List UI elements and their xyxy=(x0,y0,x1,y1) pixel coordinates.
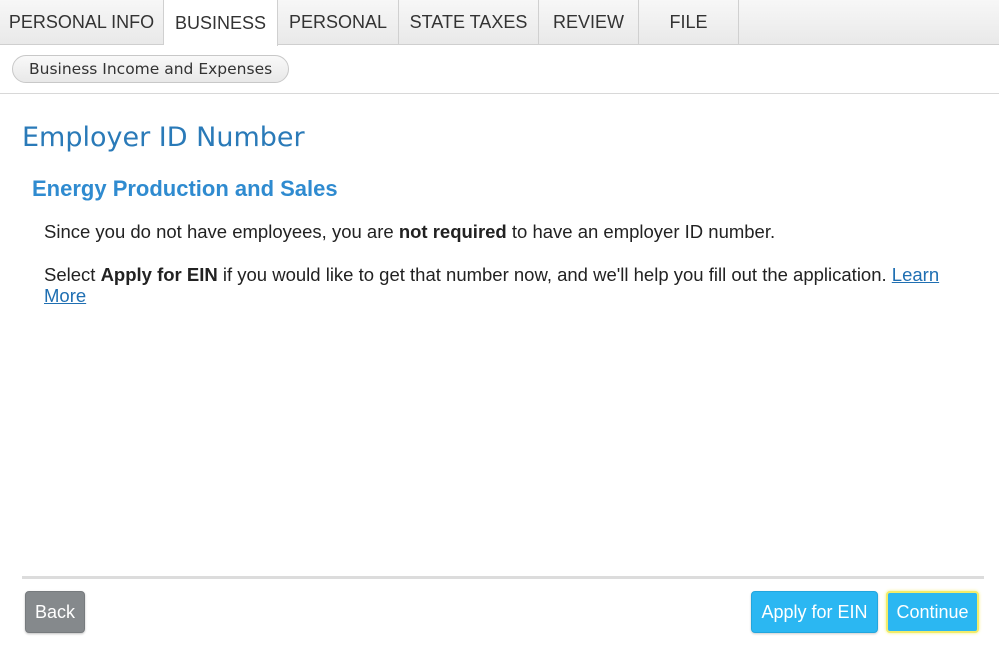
p2-bold-text: Apply for EIN xyxy=(100,264,218,285)
breadcrumb-business-income-button[interactable]: Business Income and Expenses xyxy=(12,55,290,83)
page-title: Employer ID Number xyxy=(22,122,305,153)
p1-bold-text: not required xyxy=(398,221,507,242)
tab-file[interactable]: FILE xyxy=(639,0,739,44)
apply-instructions: Select Apply for EIN if you would like t… xyxy=(44,264,964,306)
continue-button[interactable]: Continue xyxy=(886,591,979,633)
tab-personal-info[interactable]: PERSONAL INFO xyxy=(0,0,164,44)
tab-business[interactable]: BUSINESS xyxy=(164,0,278,46)
p1-text-before: Since you do not have employees, you are xyxy=(44,221,399,242)
breadcrumb-bar: Business Income and Expenses xyxy=(0,45,999,94)
section-title: Energy Production and Sales xyxy=(32,176,338,201)
apply-for-ein-button[interactable]: Apply for EIN xyxy=(751,591,878,633)
tab-review[interactable]: REVIEW xyxy=(539,0,639,44)
main-tab-bar: PERSONAL INFO BUSINESS PERSONAL STATE TA… xyxy=(0,0,999,46)
not-required-message: Since you do not have employees, you are… xyxy=(44,221,964,242)
tab-state-taxes[interactable]: STATE TAXES xyxy=(399,0,539,44)
footer-divider xyxy=(22,576,984,579)
tab-personal[interactable]: PERSONAL xyxy=(278,0,399,44)
p2-text-after: if you would like to get that number now… xyxy=(217,264,892,285)
back-button[interactable]: Back xyxy=(25,591,85,633)
p1-text-after: to have an employer ID number. xyxy=(506,221,776,242)
p2-text-before: Select xyxy=(44,264,101,285)
